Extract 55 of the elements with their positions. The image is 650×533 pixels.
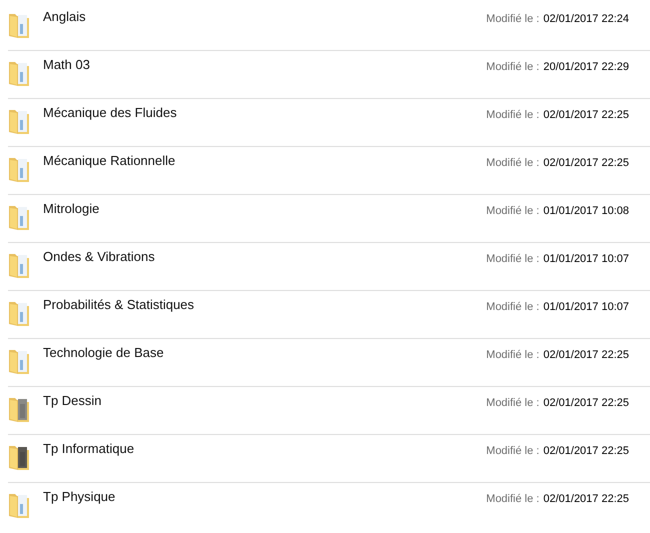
folder-row[interactable]: Tp Physique Modifié le : 02/01/2017 22:25 (8, 483, 650, 530)
folder-name: Mécanique Rationnelle (43, 153, 176, 168)
folder-icon (8, 252, 30, 280)
modified-label: Modifié le : (486, 493, 540, 505)
folder-icon (8, 204, 30, 232)
modified-label: Modifié le : (486, 301, 540, 313)
folder-row[interactable]: Anglais Modifié le : 02/01/2017 22:24 (8, 3, 650, 51)
folder-row[interactable]: Mitrologie Modifié le : 01/01/2017 10:08 (8, 195, 650, 243)
modified-label: Modifié le : (486, 61, 540, 73)
modified-date: 20/01/2017 22:29 (543, 61, 629, 73)
modified-date: 02/01/2017 22:25 (543, 157, 629, 169)
folder-name: Tp Dessin (43, 393, 102, 408)
folder-icon (8, 156, 30, 184)
modified-label: Modifié le : (486, 445, 540, 457)
folder-name: Tp Informatique (43, 441, 134, 456)
folder-row[interactable]: Ondes & Vibrations Modifié le : 01/01/2017 10:07 (8, 243, 650, 291)
folder-row[interactable]: Mécanique Rationnelle Modifié le : 02/01/2017 22:25 (8, 147, 650, 195)
modified-date: 02/01/2017 22:25 (543, 493, 629, 505)
folder-icon (8, 108, 30, 136)
modified-label: Modifié le : (486, 13, 540, 25)
folder-icon (8, 12, 30, 40)
modified-label: Modifié le : (486, 349, 540, 361)
modified-label: Modifié le : (486, 157, 540, 169)
folder-icon (8, 348, 30, 376)
modified-label: Modifié le : (486, 205, 540, 217)
modified-date: 02/01/2017 22:24 (543, 13, 629, 25)
folder-icon (8, 60, 30, 88)
modified-date: 02/01/2017 22:25 (543, 109, 629, 121)
modified-date: 01/01/2017 10:07 (543, 301, 629, 313)
folder-icon (8, 492, 30, 520)
folder-row[interactable]: Math 03 Modifié le : 20/01/2017 22:29 (8, 51, 650, 99)
folder-with-sheet-icon (8, 444, 30, 472)
folder-name: Mécanique des Fluides (43, 105, 177, 120)
modified-label: Modifié le : (486, 397, 540, 409)
folder-name: Probabilités & Statistiques (43, 297, 194, 312)
folder-name: Anglais (43, 9, 86, 24)
folder-name: Ondes & Vibrations (43, 249, 155, 264)
folder-name: Technologie de Base (43, 345, 164, 360)
folder-row[interactable]: Probabilités & Statistiques Modifié le : 01/01/2017 10:07 (8, 291, 650, 339)
folder-icon (8, 300, 30, 328)
folder-row[interactable]: Mécanique des Fluides Modifié le : 02/01/2017 22:25 (8, 99, 650, 147)
modified-date: 02/01/2017 22:25 (543, 397, 629, 409)
folder-name: Math 03 (43, 57, 90, 72)
modified-label: Modifié le : (486, 253, 540, 265)
folder-name: Tp Physique (43, 489, 116, 504)
modified-date: 01/01/2017 10:08 (543, 205, 629, 217)
folder-row[interactable]: Tp Informatique Modifié le : 02/01/2017 22:25 (8, 435, 650, 483)
folder-row[interactable]: Tp Dessin Modifié le : 02/01/2017 22:25 (8, 387, 650, 435)
modified-label: Modifié le : (486, 109, 540, 121)
modified-date: 02/01/2017 22:25 (543, 349, 629, 361)
folder-name: Mitrologie (43, 201, 100, 216)
folder-row[interactable]: Technologie de Base Modifié le : 02/01/2017 22:25 (8, 339, 650, 387)
modified-date: 01/01/2017 10:07 (543, 253, 629, 265)
modified-date: 02/01/2017 22:25 (543, 445, 629, 457)
folder-with-sheet-icon (8, 396, 30, 424)
